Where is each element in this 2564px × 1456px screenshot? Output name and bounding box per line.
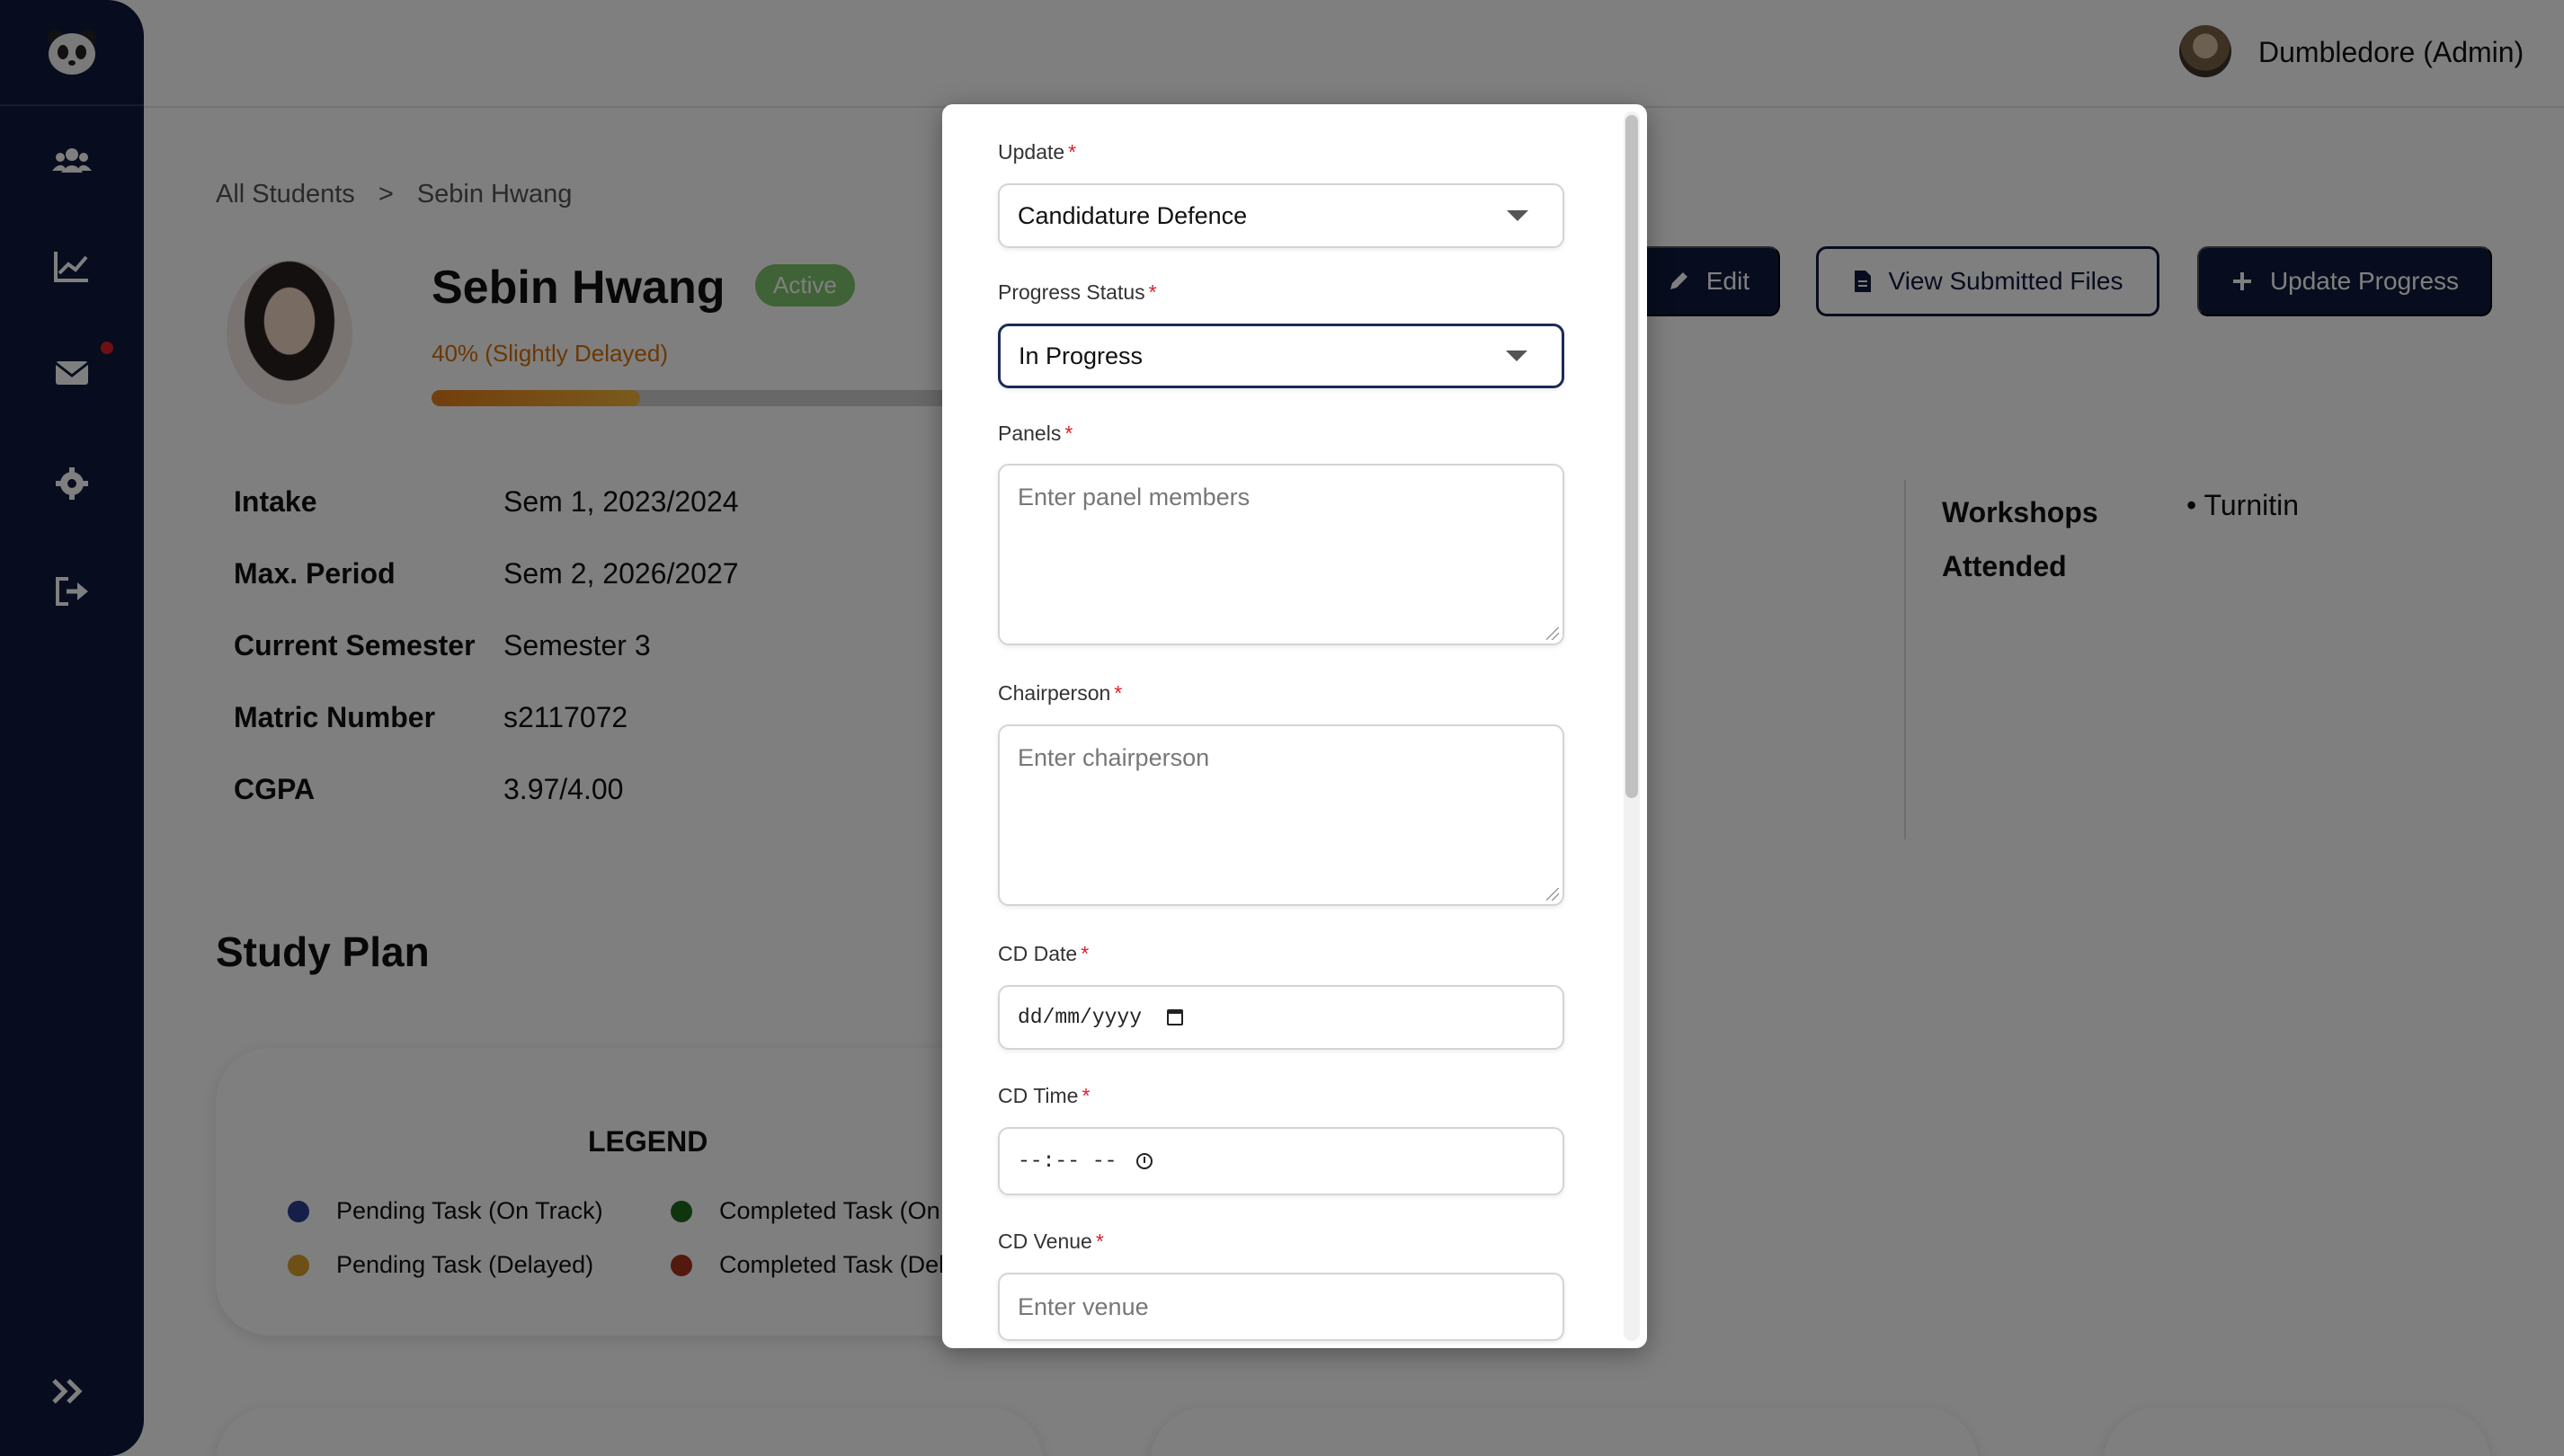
cd-date-input[interactable]: dd/mm/yyyy [998, 985, 1564, 1050]
chairperson-placeholder: Enter chairperson [1018, 744, 1210, 771]
update-select[interactable]: Candidature Defence [998, 183, 1564, 248]
cd-venue-label: CD Venue * [998, 1230, 1104, 1253]
update-label: Update * [998, 140, 1077, 164]
cd-time-label: CD Time * [998, 1084, 1091, 1107]
chairperson-textarea[interactable]: Enter chairperson [998, 724, 1564, 906]
cd-date-value: dd/mm/yyyy [1018, 1006, 1143, 1029]
clock-icon[interactable] [1136, 1153, 1153, 1169]
panels-placeholder: Enter panel members [1018, 484, 1251, 510]
resize-handle-icon[interactable] [1546, 627, 1559, 640]
cd-time-value: --:-- -- [1018, 1150, 1117, 1173]
resize-handle-icon[interactable] [1546, 888, 1559, 901]
chevron-down-icon [1507, 210, 1528, 221]
panels-label: Panels * [998, 422, 1073, 445]
update-progress-modal: Update * Candidature Defence Progress Sta… [942, 104, 1647, 1348]
progress-status-label: Progress Status * [998, 280, 1157, 304]
cd-venue-input[interactable]: Enter venue [998, 1273, 1564, 1341]
calendar-icon[interactable] [1167, 1009, 1184, 1025]
update-select-value: Candidature Defence [1018, 201, 1248, 229]
panels-textarea[interactable]: Enter panel members [998, 464, 1564, 645]
chairperson-label: Chairperson * [998, 681, 1123, 705]
cd-date-label: CD Date * [998, 942, 1090, 965]
cd-time-input[interactable]: --:-- -- [998, 1127, 1564, 1195]
chevron-down-icon [1506, 351, 1527, 361]
cd-venue-placeholder: Enter venue [1018, 1292, 1149, 1320]
progress-status-select[interactable]: In Progress [998, 324, 1564, 388]
modal-scrollbar-thumb[interactable] [1625, 115, 1638, 798]
progress-status-value: In Progress [1019, 342, 1144, 369]
